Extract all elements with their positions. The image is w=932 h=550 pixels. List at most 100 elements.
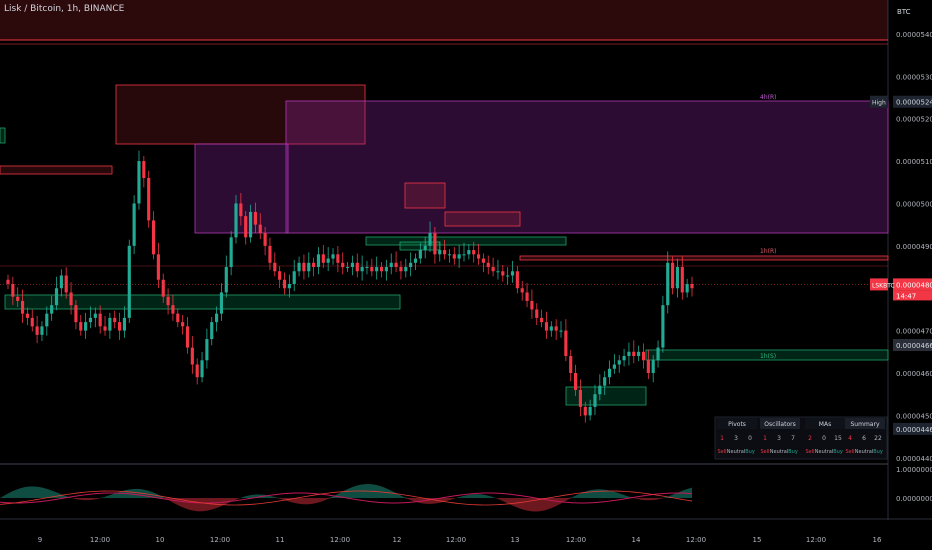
candle-body [506,275,510,277]
candle-body [564,330,568,357]
candle-body [394,262,398,268]
candle-body [603,377,607,386]
candle-body [161,279,165,297]
candle-body [156,254,160,280]
candle-body [234,203,238,238]
candle-body [365,267,369,269]
time-tick-label: 12 [393,536,402,544]
candle-body [583,406,587,416]
summary-header-mas: MAs [819,421,831,428]
candle-body [651,360,655,373]
candle-body [190,347,194,365]
candle-body [142,161,146,179]
candle-body [404,267,408,272]
candle-body [641,351,646,361]
candle-body [210,322,214,340]
candle-body [607,368,612,378]
summary-label: Neutral [855,449,873,455]
candle-body [341,262,345,268]
time-tick-label: 12:00 [210,536,230,544]
candle-body [573,372,578,390]
candle-body [375,267,379,272]
osc-tick-label: 0.00000000 [896,495,932,503]
summary-count: 1 [763,435,767,442]
summary-count: 3 [734,435,738,442]
price-tick-label: 0.00005400 [896,31,932,39]
candle-body [389,262,393,268]
price-chart[interactable]: 4h(R) 1h(R) 1h(S) BTC 0.00005400 0.00005300 0.… [0,0,932,550]
candle-body [11,283,15,297]
summary-count: 15 [834,435,842,442]
candle-body [84,322,88,331]
candle-body [253,211,257,225]
time-tick-label: 9 [38,536,42,544]
candle-body [98,313,102,327]
candle-body [535,309,539,318]
candle-body [88,317,93,323]
candle-body [612,364,616,369]
zone-green-long [4,294,401,310]
candle-body [113,317,117,323]
candle-body [632,351,636,357]
candle-body [307,262,311,272]
candle-body [413,258,418,263]
time-tick-label: 12:00 [330,536,350,544]
summary-count: 1 [720,435,724,442]
price-tick-label: 0.00005300 [896,73,932,81]
candle-body [690,283,694,289]
summary-count: 22 [874,435,882,442]
candle-body [515,271,519,289]
candle-body [59,275,63,289]
candle-body [457,254,461,259]
candle-body [345,267,350,269]
zone-1h-resistance [519,255,889,261]
time-tick-label: 15 [753,536,762,544]
candle-body [147,178,151,221]
candle-body [661,305,665,348]
candle-body [321,254,325,263]
candle-body [423,245,427,251]
time-tick-label: 12:00 [566,536,586,544]
summary-count: 6 [862,435,866,442]
candle-body [622,356,626,361]
summary-label: Buy [788,449,798,455]
candle-body [229,237,233,268]
oscillator-negative-area [0,498,692,512]
candle-body [54,288,59,306]
candle-body [593,394,597,407]
price-tick-label: 0.00004600 [896,370,932,378]
candle-body [297,262,301,272]
candle-body [646,360,650,373]
candle-body [559,330,563,332]
candle-body [472,250,476,255]
candle-body [549,326,553,331]
summary-label: Neutral [770,449,788,455]
candle-body [540,317,544,323]
candle-body [588,406,592,416]
candle-body [268,245,272,263]
price-tick-label: 0.00004400 [896,455,932,463]
candle-body [302,262,306,272]
candle-body [428,233,432,246]
candle-body [336,254,340,263]
candle-body [181,322,185,327]
candle-body [176,313,180,323]
candle-body [360,267,364,272]
candle-body [399,267,403,272]
time-tick-label: 16 [873,536,882,544]
zone-red-3 [444,211,521,227]
candle-body [287,283,291,289]
candle-body [525,292,529,301]
candle-body [384,267,388,272]
candle-body [117,322,122,331]
candle-body [462,254,466,256]
candle-body [50,305,54,314]
candle-body [151,220,156,255]
candle-body [278,271,282,280]
zone-green-edge [0,127,6,144]
summary-header-summary: Summary [851,421,880,428]
summary-label: Neutral [727,449,745,455]
candle-body [438,250,442,255]
marker-value: 0.00004666 [896,342,932,350]
summary-label: Sell [760,449,769,455]
